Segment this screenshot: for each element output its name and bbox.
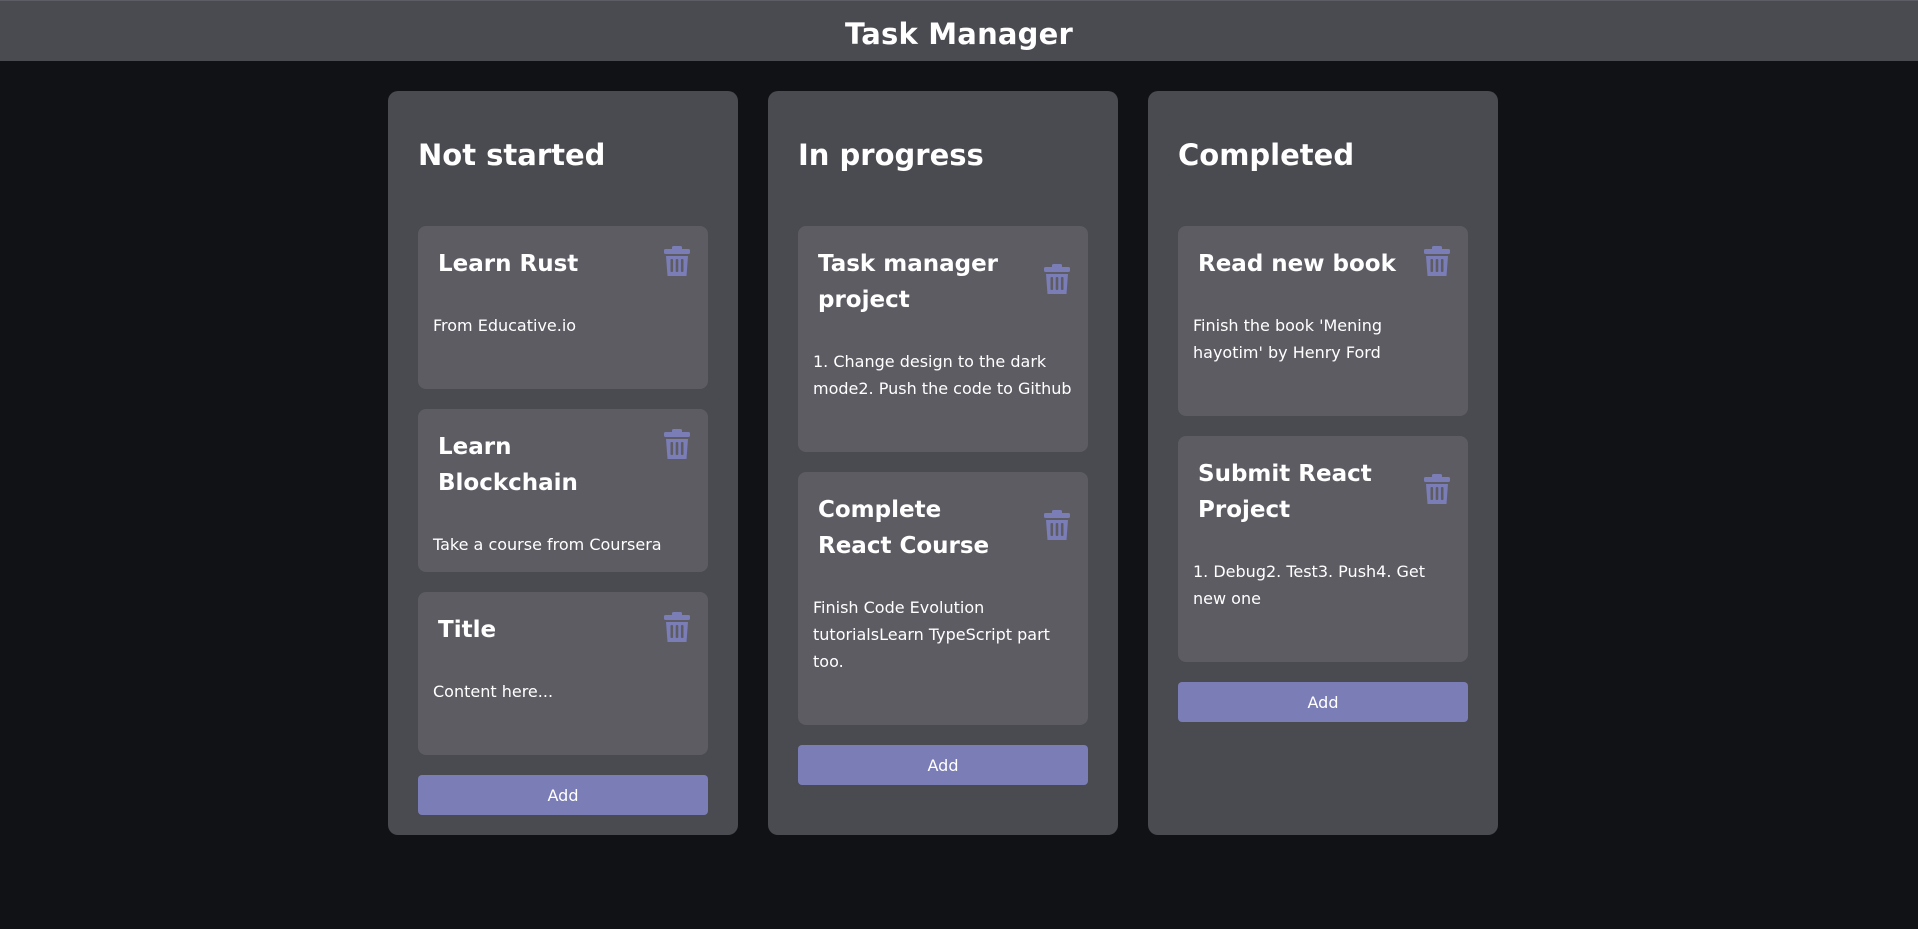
task-card[interactable]: Read new book Finish the book 'Mening ha… xyxy=(1178,226,1468,416)
column-completed: Completed Read new book Finish the book … xyxy=(1148,91,1498,835)
task-card[interactable]: Complete React Course Finish Code Evolut… xyxy=(798,472,1088,725)
app-title: Task Manager xyxy=(844,16,1074,51)
trash-icon[interactable] xyxy=(1044,264,1070,294)
column-not-started: Not started Learn Rust From Educative.io… xyxy=(388,91,738,835)
card-content: From Educative.io xyxy=(433,316,577,335)
add-task-button[interactable]: Add xyxy=(418,775,708,815)
card-content: 1. Debug2. Test3. Push4. Get new one xyxy=(1193,562,1426,608)
trash-icon[interactable] xyxy=(664,429,690,459)
add-task-button[interactable]: Add xyxy=(798,745,1088,785)
card-content: 1. Change design to the dark mode2. Push… xyxy=(813,352,1072,398)
trash-icon[interactable] xyxy=(664,612,690,642)
card-content: Take a course from Coursera xyxy=(433,535,662,554)
task-card[interactable]: Learn Rust From Educative.io xyxy=(418,226,708,389)
column-title: Not started xyxy=(418,138,606,172)
trash-icon[interactable] xyxy=(1424,474,1450,504)
task-card[interactable]: Submit React Project 1. Debug2. Test3. P… xyxy=(1178,436,1468,662)
column-in-progress: In progress Task manager project 1. Chan… xyxy=(768,91,1118,835)
task-card[interactable]: Title Content here... xyxy=(418,592,708,755)
card-content: Finish the book 'Mening hayotim' by Henr… xyxy=(1193,316,1382,362)
task-board: Not started Learn Rust From Educative.io… xyxy=(388,91,1498,835)
card-content: Content here... xyxy=(433,682,554,701)
task-card[interactable]: Task manager project 1. Change design to… xyxy=(798,226,1088,452)
task-card[interactable]: Learn Blockchain Take a course from Cour… xyxy=(418,409,708,572)
trash-icon[interactable] xyxy=(664,246,690,276)
column-title: Completed xyxy=(1178,138,1355,172)
trash-icon[interactable] xyxy=(1424,246,1450,276)
app-header: Task Manager xyxy=(0,0,1918,61)
add-task-button[interactable]: Add xyxy=(1178,682,1468,722)
column-title: In progress xyxy=(798,138,984,172)
card-content: Finish Code Evolution tutorialsLearn Typ… xyxy=(813,598,1050,671)
trash-icon[interactable] xyxy=(1044,510,1070,540)
